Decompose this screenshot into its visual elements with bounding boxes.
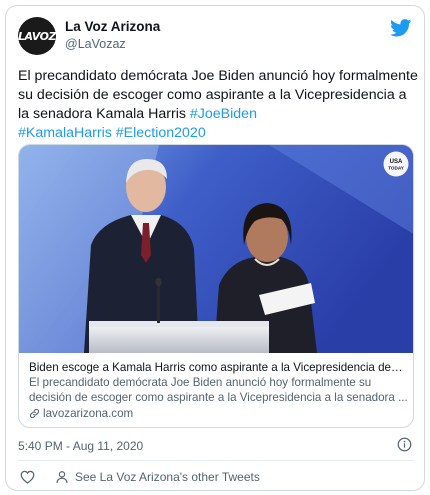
article-photo[interactable] — [19, 145, 414, 353]
tweet-timestamp[interactable]: 5:40 PM - Aug 11, 2020 — [18, 439, 143, 453]
link-card-domain-row[interactable]: lavozarizona.com — [29, 407, 409, 420]
author-names[interactable]: La Voz Arizona @LaVozaz — [65, 19, 160, 51]
link-preview-card[interactable]: USA TODAY Biden escoge a Kamala Harris c… — [18, 144, 414, 428]
embedded-tweet-card: LAVOZ La Voz Arizona @LaVozaz El precand… — [5, 5, 425, 491]
person-icon — [56, 471, 68, 483]
avatar[interactable]: LAVOZ — [18, 17, 56, 55]
link-card-domain[interactable]: lavozarizona.com — [43, 407, 133, 420]
usa-today-badge: USA TODAY — [383, 151, 409, 177]
hashtag-kamalaharris[interactable]: #KamalaHarris — [18, 125, 112, 141]
tweet-text: El precandidato demócrata Joe Biden anun… — [18, 67, 418, 143]
divider — [18, 460, 414, 461]
twitter-bird-icon[interactable] — [390, 19, 412, 37]
other-tweets-link[interactable]: See La Voz Arizona's other Tweets — [75, 470, 260, 484]
tweet-meta: 5:40 PM - Aug 11, 2020 — [18, 437, 414, 453]
link-card-title[interactable]: Biden escoge a Kamala Harris como aspira… — [29, 360, 409, 375]
usa-today-badge-line1: USA — [390, 159, 403, 165]
hashtag-joebiden[interactable]: #JoeBiden — [190, 106, 257, 122]
avatar-logo-text: LAVOZ — [18, 29, 56, 43]
info-icon[interactable] — [397, 437, 412, 452]
usa-today-badge-line2: TODAY — [388, 166, 404, 171]
tweet-header: LAVOZ La Voz Arizona @LaVozaz — [18, 17, 414, 57]
link-icon — [29, 408, 40, 419]
tweet-footer: See La Voz Arizona's other Tweets — [18, 468, 414, 486]
author-display-name[interactable]: La Voz Arizona — [65, 19, 160, 34]
heart-icon[interactable] — [20, 470, 35, 484]
link-card-description: El precandidato demócrata Joe Biden anun… — [29, 376, 408, 404]
link-card-text[interactable]: Biden escoge a Kamala Harris como aspira… — [29, 360, 409, 420]
hashtag-election2020[interactable]: #Election2020 — [116, 125, 206, 141]
author-handle[interactable]: @LaVozaz — [65, 37, 160, 51]
